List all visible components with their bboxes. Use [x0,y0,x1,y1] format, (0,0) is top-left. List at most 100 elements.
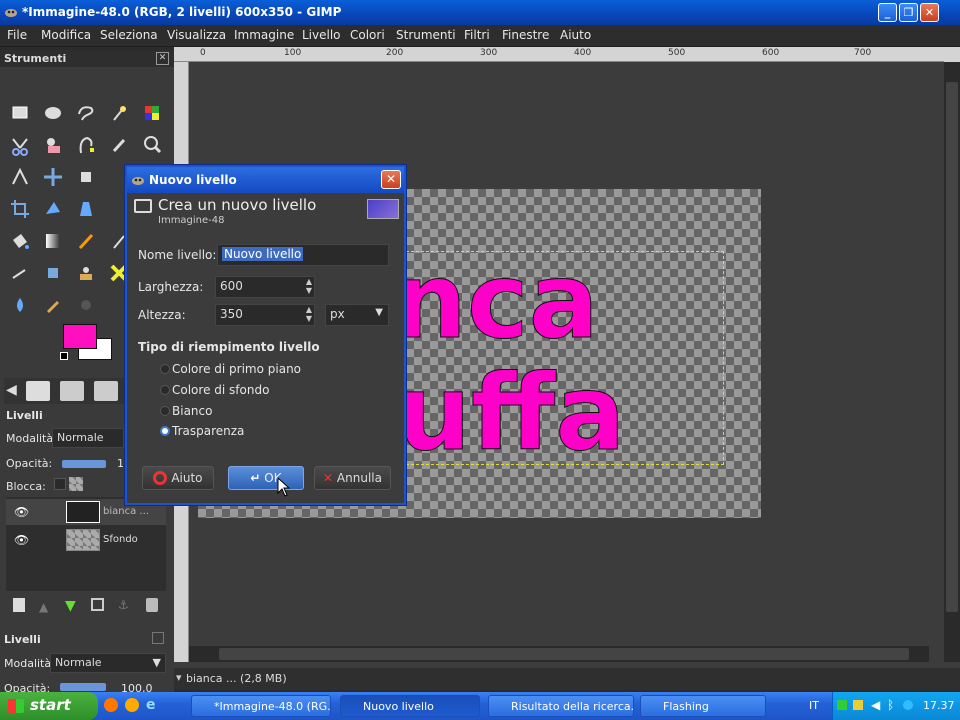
menu-file[interactable]: File [7,28,27,42]
toolbox-close-icon[interactable]: ✕ [156,52,169,65]
horizontal-scrollbar-thumb[interactable] [219,648,909,660]
free-select-icon[interactable] [73,100,99,126]
fill-foreground-label[interactable]: Colore di primo piano [172,362,301,376]
layer-name[interactable]: Sfondo [103,534,138,545]
foreground-select-icon[interactable] [40,132,66,158]
start-button[interactable]: start [0,692,98,720]
dialog-close-button[interactable]: ✕ [381,170,401,189]
zoom-icon[interactable] [139,132,165,158]
menu-modifica[interactable]: Modifica [41,28,91,42]
rect-select-icon[interactable] [7,100,33,126]
tab-channels-icon[interactable] [60,381,84,401]
crop-icon[interactable] [7,196,33,222]
airbrush-icon[interactable] [7,260,33,286]
eye-icon[interactable]: 👁 [14,505,29,519]
height-spinner-icon[interactable]: ▲ ▼ [306,305,312,323]
ok-button[interactable]: ↵ OK [228,466,304,490]
layer-row[interactable]: 👁 Sfondo [6,527,166,553]
minimize-button[interactable]: _ [878,3,897,22]
menu-livello[interactable]: Livello [302,28,341,42]
delete-layer-icon[interactable] [146,598,158,612]
paths-icon[interactable] [73,132,99,158]
rotate-icon[interactable] [40,196,66,222]
menu-aiuto[interactable]: Aiuto [560,28,591,42]
anchor-layer-icon[interactable]: ⚓ [118,598,129,612]
unit-select[interactable]: px ▼ [325,304,389,326]
tab-scroll-left-icon[interactable]: ◀ [6,382,17,398]
measure-icon[interactable] [7,164,33,190]
scissors-select-icon[interactable] [7,132,33,158]
layer-name-input[interactable]: Nuovo livello [217,244,389,266]
cancel-button[interactable]: ✕ Annulla [314,466,391,490]
raise-layer-icon[interactable]: ▲ [39,600,48,614]
ellipse-select-icon[interactable] [40,100,66,126]
width-spinbox[interactable]: 600 ▲ ▼ [215,276,315,298]
fill-white-radio[interactable] [160,406,170,416]
horizontal-scrollbar[interactable] [189,646,929,662]
volume-icon[interactable]: ◀ [871,698,880,712]
align-icon[interactable] [73,164,99,190]
clone-icon[interactable] [73,260,99,286]
fill-transparency-radio[interactable] [160,426,170,436]
navigate-icon[interactable] [944,47,960,62]
smudge-icon[interactable] [7,292,33,318]
opacity-slider[interactable] [62,460,106,468]
mode-select[interactable]: Normale ▼ [50,653,166,673]
fill-transparency-label[interactable]: Trasparenza [172,424,244,438]
menu-visualizza[interactable]: Visualizza [167,28,226,42]
launcher-icon[interactable] [125,698,139,712]
fill-foreground-radio[interactable] [160,364,170,374]
maximize-button[interactable]: ❐ [899,3,918,22]
eye-icon[interactable]: 👁 [14,533,29,547]
menu-strumenti[interactable]: Strumenti [396,28,456,42]
duplicate-layer-icon[interactable] [91,598,104,611]
firefox-icon[interactable] [104,698,118,712]
text-tool-icon[interactable] [73,292,99,318]
lower-layer-icon[interactable]: ▼ [65,598,76,614]
bluetooth-icon[interactable]: ᛒ [887,698,894,712]
tray-app-icon[interactable] [903,700,913,710]
select-by-color-icon[interactable] [139,100,165,126]
scale-icon[interactable] [73,196,99,222]
opacity-slider[interactable] [60,683,106,691]
ink-icon[interactable] [40,260,66,286]
clock[interactable]: 17.37 [923,699,955,712]
height-spinbox[interactable]: 350 ▲ ▼ [215,304,315,326]
dock-menu-icon[interactable] [152,632,164,644]
menu-filtri[interactable]: Filtri [464,28,490,42]
lock-pixels-checkbox[interactable] [54,478,66,490]
menu-immagine[interactable]: Immagine [234,28,294,42]
new-layer-icon[interactable] [13,598,25,612]
menu-seleziona[interactable]: Seleziona [100,28,158,42]
color-picker-icon[interactable] [106,132,132,158]
network-icon[interactable] [837,700,847,710]
mode-select[interactable]: Normale [52,428,124,448]
language-indicator[interactable]: IT [809,699,819,712]
dodge-burn-icon[interactable] [40,292,66,318]
fuzzy-select-icon[interactable] [106,100,132,126]
bucket-fill-icon[interactable] [7,228,33,254]
layer-name[interactable]: bianca ... [103,506,149,517]
blend-icon[interactable] [40,228,66,254]
task-flashing[interactable]: Flashing [640,695,766,717]
pencil-icon[interactable] [73,228,99,254]
task-gimp-image[interactable]: *Immagine-48.0 (RG... [191,695,331,717]
default-colors-icon[interactable] [60,352,68,360]
fill-background-label[interactable]: Colore di sfondo [172,383,269,397]
width-spinner-icon[interactable]: ▲ ▼ [306,277,312,295]
close-button[interactable]: ✕ [920,3,939,22]
task-search-results[interactable]: Risultato della ricerca... [488,695,634,717]
help-button[interactable]: Aiuto [142,466,214,490]
ie-icon[interactable]: e [146,697,156,713]
vertical-scrollbar-thumb[interactable] [946,82,958,612]
tab-paths-icon[interactable] [94,381,118,401]
vertical-scrollbar[interactable] [944,62,960,662]
opacity-value[interactable]: 1 [117,457,124,470]
tab-layers-icon[interactable] [26,381,50,401]
menu-colori[interactable]: Colori [350,28,385,42]
security-icon[interactable] [853,700,863,710]
fill-background-radio[interactable] [160,385,170,395]
move-icon[interactable] [40,164,66,190]
lock-alpha-icon[interactable] [69,477,83,491]
status-chevron-icon[interactable]: ▾ [176,671,182,684]
